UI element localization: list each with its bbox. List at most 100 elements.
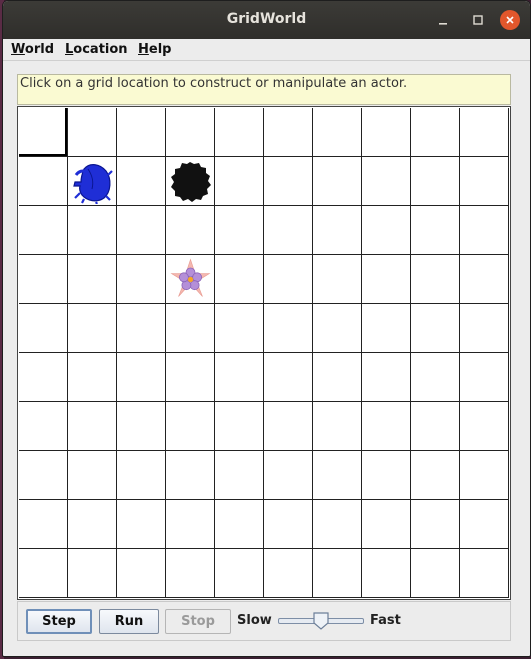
grid-cell-r1-c3[interactable] (166, 157, 215, 206)
grid-cell-r7-c5[interactable] (264, 451, 313, 500)
grid-cell-r0-c9[interactable] (460, 108, 509, 157)
grid-cell-r2-c1[interactable] (68, 206, 117, 255)
grid-cell-r8-c2[interactable] (117, 500, 166, 549)
grid-cell-r1-c6[interactable] (313, 157, 362, 206)
grid-cell-r4-c9[interactable] (460, 304, 509, 353)
grid-cell-r3-c4[interactable] (215, 255, 264, 304)
grid-cell-r7-c2[interactable] (117, 451, 166, 500)
grid-cell-r8-c1[interactable] (68, 500, 117, 549)
grid-cell-r7-c7[interactable] (362, 451, 411, 500)
grid-cell-r3-c9[interactable] (460, 255, 509, 304)
grid-cell-r2-c4[interactable] (215, 206, 264, 255)
grid-cell-r3-c2[interactable] (117, 255, 166, 304)
grid-cell-r4-c2[interactable] (117, 304, 166, 353)
grid-cell-r0-c7[interactable] (362, 108, 411, 157)
grid-cell-r1-c1[interactable] (68, 157, 117, 206)
grid-cell-r4-c7[interactable] (362, 304, 411, 353)
maximize-icon[interactable] (468, 10, 488, 30)
grid-cell-r9-c0[interactable] (19, 549, 68, 598)
grid-cell-r1-c0[interactable] (19, 157, 68, 206)
grid-cell-r5-c7[interactable] (362, 353, 411, 402)
title-bar[interactable]: GridWorld (3, 1, 530, 39)
grid-cell-r5-c8[interactable] (411, 353, 460, 402)
grid-cell-r8-c5[interactable] (264, 500, 313, 549)
grid-cell-r9-c8[interactable] (411, 549, 460, 598)
grid-cell-r8-c3[interactable] (166, 500, 215, 549)
grid-cell-r3-c6[interactable] (313, 255, 362, 304)
grid-cell-r6-c4[interactable] (215, 402, 264, 451)
grid-cell-r8-c8[interactable] (411, 500, 460, 549)
grid-cell-r2-c2[interactable] (117, 206, 166, 255)
grid-cell-r0-c6[interactable] (313, 108, 362, 157)
step-button[interactable]: Step (26, 609, 92, 634)
grid-cell-r2-c3[interactable] (166, 206, 215, 255)
grid-cell-r6-c2[interactable] (117, 402, 166, 451)
grid-cell-r8-c9[interactable] (460, 500, 509, 549)
grid-cell-r1-c8[interactable] (411, 157, 460, 206)
grid-cell-r6-c5[interactable] (264, 402, 313, 451)
grid-cell-r6-c1[interactable] (68, 402, 117, 451)
close-icon[interactable] (500, 10, 520, 30)
grid-cell-r7-c9[interactable] (460, 451, 509, 500)
stop-button[interactable]: Stop (165, 609, 231, 634)
menu-help[interactable]: Help (138, 42, 171, 57)
grid-cell-r2-c5[interactable] (264, 206, 313, 255)
grid-cell-r9-c3[interactable] (166, 549, 215, 598)
grid-cell-r5-c9[interactable] (460, 353, 509, 402)
grid-cell-r1-c5[interactable] (264, 157, 313, 206)
run-button[interactable]: Run (99, 609, 159, 634)
grid-cell-r6-c3[interactable] (166, 402, 215, 451)
grid-cell-r2-c7[interactable] (362, 206, 411, 255)
grid-cell-r9-c6[interactable] (313, 549, 362, 598)
grid-cell-r6-c6[interactable] (313, 402, 362, 451)
grid-cell-r7-c4[interactable] (215, 451, 264, 500)
grid-cell-r6-c7[interactable] (362, 402, 411, 451)
grid-cell-r7-c1[interactable] (68, 451, 117, 500)
grid-cell-r5-c1[interactable] (68, 353, 117, 402)
grid-cell-r1-c9[interactable] (460, 157, 509, 206)
grid-cell-r3-c3[interactable] (166, 255, 215, 304)
grid-cell-r1-c2[interactable] (117, 157, 166, 206)
minimize-icon[interactable] (433, 10, 453, 30)
grid-cell-r4-c5[interactable] (264, 304, 313, 353)
grid-cell-r4-c6[interactable] (313, 304, 362, 353)
grid-cell-r2-c8[interactable] (411, 206, 460, 255)
grid-cell-r8-c4[interactable] (215, 500, 264, 549)
grid-cell-r9-c5[interactable] (264, 549, 313, 598)
grid-cell-r5-c3[interactable] (166, 353, 215, 402)
menu-world[interactable]: World (11, 42, 54, 57)
grid-cell-r5-c6[interactable] (313, 353, 362, 402)
grid-cell-r3-c8[interactable] (411, 255, 460, 304)
grid-cell-r9-c2[interactable] (117, 549, 166, 598)
grid-cell-r0-c4[interactable] (215, 108, 264, 157)
grid-cell-r2-c0[interactable] (19, 206, 68, 255)
grid-cell-r9-c4[interactable] (215, 549, 264, 598)
grid-cell-r0-c2[interactable] (117, 108, 166, 157)
grid-cell-r7-c8[interactable] (411, 451, 460, 500)
grid-cell-r1-c4[interactable] (215, 157, 264, 206)
grid-cell-r5-c5[interactable] (264, 353, 313, 402)
grid-cell-r7-c6[interactable] (313, 451, 362, 500)
grid-cell-r8-c6[interactable] (313, 500, 362, 549)
menu-location[interactable]: Location (65, 42, 128, 57)
grid-cell-r4-c1[interactable] (68, 304, 117, 353)
grid-cell-r4-c3[interactable] (166, 304, 215, 353)
grid-cell-r9-c1[interactable] (68, 549, 117, 598)
grid-cell-r2-c9[interactable] (460, 206, 509, 255)
grid-cell-r5-c0[interactable] (19, 353, 68, 402)
grid-cell-r4-c8[interactable] (411, 304, 460, 353)
grid-cell-r5-c4[interactable] (215, 353, 264, 402)
grid-cell-r8-c0[interactable] (19, 500, 68, 549)
grid-cell-r7-c3[interactable] (166, 451, 215, 500)
grid-cell-r3-c7[interactable] (362, 255, 411, 304)
grid-cell-r4-c4[interactable] (215, 304, 264, 353)
grid-cell-r1-c7[interactable] (362, 157, 411, 206)
grid-cell-r3-c0[interactable] (19, 255, 68, 304)
grid-cell-r3-c1[interactable] (68, 255, 117, 304)
grid-cell-r0-c0[interactable] (19, 108, 68, 157)
grid-cell-r4-c0[interactable] (19, 304, 68, 353)
grid-cell-r9-c9[interactable] (460, 549, 509, 598)
slider-thumb[interactable] (313, 612, 329, 630)
grid-cell-r9-c7[interactable] (362, 549, 411, 598)
grid-cell-r6-c9[interactable] (460, 402, 509, 451)
